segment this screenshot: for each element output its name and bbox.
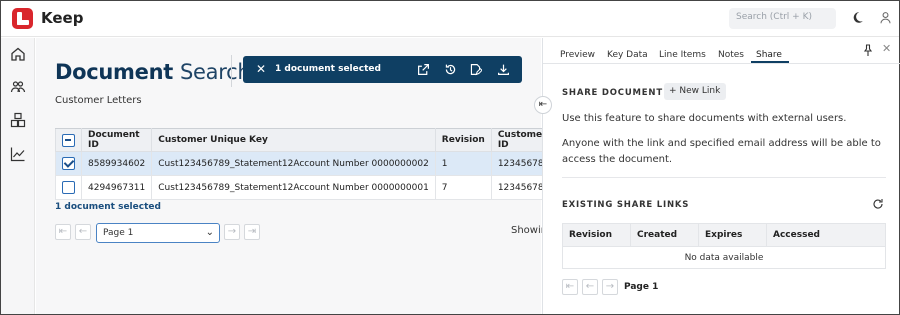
next-page-button[interactable]: → [602, 279, 618, 295]
keep-logo-icon[interactable] [12, 8, 33, 29]
close-icon[interactable]: ✕ [882, 42, 891, 55]
panel-tabs: Preview Key Data Line Items Notes Share … [543, 38, 900, 64]
app-name: Keep [41, 9, 84, 27]
chart-icon[interactable] [10, 146, 26, 162]
share-note: Anyone with the link and specified email… [562, 138, 881, 165]
search-input[interactable]: Search (Ctrl + K) [729, 8, 836, 29]
chevron-down-icon: ⌄ [205, 227, 214, 238]
moon-icon[interactable] [851, 11, 864, 24]
table-cell: 1 [434, 151, 492, 176]
page-title-light: Search [180, 60, 251, 84]
page-select-value: Page 1 [103, 228, 134, 238]
select-all-cell[interactable] [55, 128, 82, 152]
select-all-checkbox[interactable] [62, 133, 75, 147]
user-icon[interactable] [879, 11, 892, 24]
row-checkbox[interactable] [62, 157, 75, 170]
prev-page-button[interactable]: ← [582, 279, 598, 295]
row-checkbox[interactable] [62, 181, 75, 194]
download-icon[interactable] [497, 63, 510, 76]
collection-subtitle: Customer Letters [55, 95, 142, 106]
collapse-panel-button[interactable]: ⇤ [534, 96, 552, 114]
page-label: Page 1 [624, 282, 659, 292]
column-header[interactable]: Revision [562, 223, 631, 247]
column-header[interactable]: Document ID [80, 128, 153, 152]
share-document-heading: SHARE DOCUMENT [562, 88, 663, 98]
table-cell: Cust123456789_Statement12Account Number … [151, 151, 436, 176]
row-select-cell[interactable] [55, 175, 82, 200]
pin-icon[interactable] [863, 44, 873, 56]
table-header-row: Revision Created Expires Accessed [562, 223, 886, 247]
table-row[interactable]: 4294967311 Cust123456789_Statement12Acco… [55, 175, 557, 200]
selection-count-text: 1 document selected [275, 64, 381, 74]
page-select[interactable]: Page 1 ⌄ [96, 223, 220, 243]
open-external-icon[interactable] [417, 63, 430, 76]
tab-preview[interactable]: Preview [560, 50, 595, 60]
page-title-strong: Document [55, 60, 173, 84]
last-page-button[interactable]: ⇥ [244, 224, 260, 240]
details-panel: Preview Key Data Line Items Notes Share … [542, 38, 900, 314]
table-cell: 8589934602 [80, 151, 153, 176]
tab-key-data[interactable]: Key Data [607, 50, 648, 60]
column-header[interactable]: Accessed [766, 223, 886, 247]
active-tab-indicator [751, 61, 789, 63]
next-page-button[interactable]: → [224, 224, 240, 240]
column-header[interactable]: Created [630, 223, 699, 247]
history-icon[interactable] [444, 63, 457, 76]
column-header[interactable]: Customer Unique Key [151, 128, 436, 152]
main-content: Document Search ✕ 1 document selected Cu… [36, 38, 557, 314]
home-icon[interactable] [10, 46, 26, 62]
first-page-button[interactable]: ⇤ [562, 279, 578, 295]
first-page-button[interactable]: ⇤ [55, 224, 71, 240]
users-icon[interactable] [10, 79, 26, 95]
divider [562, 177, 886, 178]
clear-selection-icon[interactable]: ✕ [256, 62, 266, 76]
table-cell: 4294967311 [80, 175, 153, 200]
table-cell: Cust123456789_Statement12Account Number … [151, 175, 436, 200]
top-bar: Keep Search (Ctrl + K) [1, 1, 899, 37]
edit-document-icon[interactable] [469, 63, 482, 76]
tab-share[interactable]: Share [756, 50, 782, 60]
existing-links-heading: EXISTING SHARE LINKS [562, 200, 690, 210]
no-data-message: No data available [562, 246, 886, 269]
row-select-cell[interactable] [55, 151, 82, 176]
selected-count: 1 document selected [55, 202, 161, 212]
selection-bar: ✕ 1 document selected [243, 56, 522, 83]
table-cell: 7 [434, 175, 492, 200]
column-header[interactable]: Revision [434, 128, 492, 152]
title-divider [231, 55, 232, 87]
refresh-icon[interactable] [872, 198, 884, 210]
documents-table: Document ID Customer Unique Key Revision… [55, 128, 557, 200]
new-link-button[interactable]: + New Link [664, 83, 726, 100]
prev-page-button[interactable]: ← [75, 224, 91, 240]
tab-line-items[interactable]: Line Items [659, 50, 706, 60]
boxes-icon[interactable] [10, 112, 26, 128]
tab-notes[interactable]: Notes [718, 50, 744, 60]
share-links-table: Revision Created Expires Accessed No dat… [562, 223, 886, 269]
left-nav-rail [1, 38, 35, 314]
share-description: Use this feature to share documents with… [562, 113, 847, 124]
column-header[interactable]: Expires [698, 223, 767, 247]
empty-row: No data available [562, 246, 886, 269]
page-title: Document Search [55, 60, 251, 84]
table-header-row: Document ID Customer Unique Key Revision… [55, 128, 557, 152]
table-row[interactable]: 8589934602 Cust123456789_Statement12Acco… [55, 151, 557, 176]
